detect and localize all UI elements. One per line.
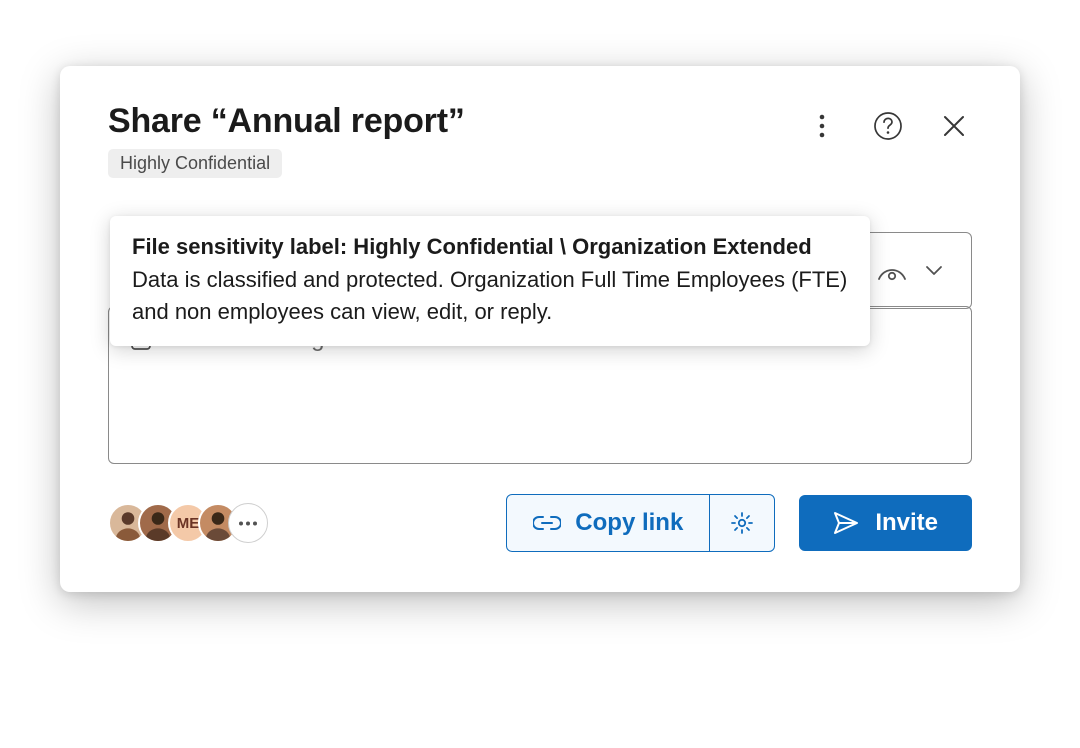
- avatar-stack[interactable]: ME: [108, 503, 268, 543]
- copy-link-label: Copy link: [575, 509, 683, 537]
- header-actions: [804, 102, 972, 144]
- gear-icon: [730, 511, 754, 535]
- copy-link-button[interactable]: Copy link: [507, 495, 709, 551]
- sensitivity-tooltip: File sensitivity label: Highly Confident…: [110, 216, 870, 346]
- chevron-down-icon: [925, 265, 943, 276]
- copy-link-button-group: Copy link: [506, 494, 775, 552]
- invite-label: Invite: [875, 509, 938, 537]
- avatar-more-button[interactable]: [228, 503, 268, 543]
- share-dialog: Share “Annual report” Highly Confidentia…: [60, 66, 1020, 592]
- more-options-button[interactable]: [804, 108, 840, 144]
- dialog-header: Share “Annual report” Highly Confidentia…: [108, 102, 972, 178]
- header-left: Share “Annual report” Highly Confidentia…: [108, 102, 465, 178]
- dialog-title: Share “Annual report”: [108, 102, 465, 141]
- send-icon: [833, 511, 859, 535]
- link-icon: [533, 515, 561, 531]
- dialog-footer: ME Copy link Invite: [108, 494, 972, 552]
- tooltip-body: Data is classified and protected. Organi…: [132, 264, 848, 328]
- ellipsis-horizontal-icon: [238, 521, 258, 526]
- close-icon: [943, 115, 965, 137]
- invite-button[interactable]: Invite: [799, 495, 972, 551]
- sensitivity-badge[interactable]: Highly Confidential: [108, 149, 282, 178]
- eye-icon: [877, 261, 907, 281]
- tooltip-title: File sensitivity label: Highly Confident…: [132, 234, 848, 260]
- question-circle-icon: [873, 111, 903, 141]
- close-button[interactable]: [936, 108, 972, 144]
- link-settings-button[interactable]: [709, 495, 774, 551]
- help-button[interactable]: [870, 108, 906, 144]
- ellipsis-vertical-icon: [819, 114, 825, 138]
